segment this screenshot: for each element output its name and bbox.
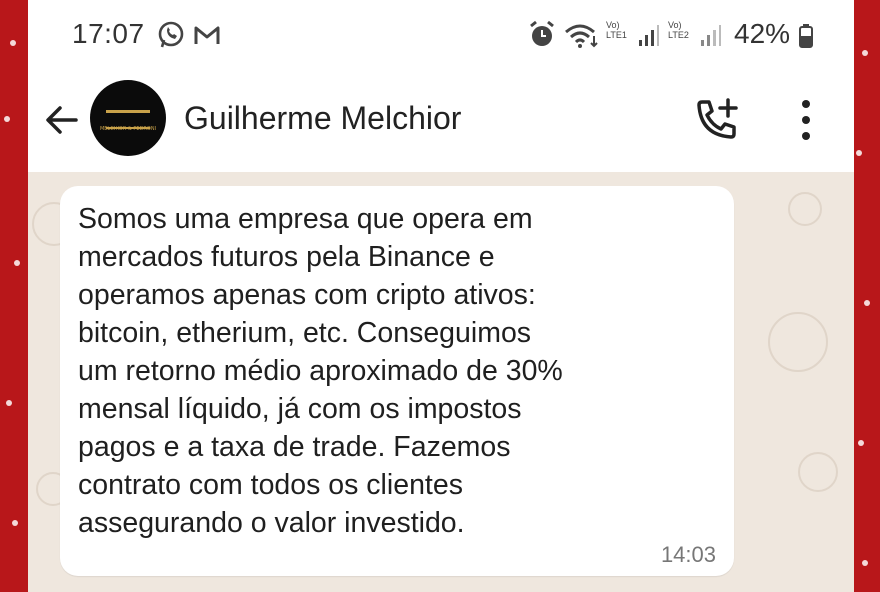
signal-label-1: Vo) LTE1 xyxy=(606,20,627,40)
phone-screen: 17:07 Vo) LTE1 Vo) LTE2 42% MELCHIOR & P… xyxy=(28,0,854,592)
signal-icon xyxy=(701,25,721,46)
status-time: 17:07 xyxy=(72,18,145,49)
signal-icon xyxy=(639,25,659,46)
right-frame xyxy=(850,0,880,592)
message-line: mercados futuros pela Binance e xyxy=(78,241,495,273)
message-line: assegurando o valor investido. xyxy=(78,507,465,539)
message-bubble[interactable]: Somos uma empresa que opera em mercados … xyxy=(60,186,734,576)
avatar-logo-text: MELCHIOR & PEDRONI xyxy=(99,126,157,132)
message-text: Somos uma empresa que opera em mercados … xyxy=(78,200,718,542)
signal-label-2: Vo) LTE2 xyxy=(668,20,689,40)
wifi-icon xyxy=(565,24,598,48)
left-frame xyxy=(0,0,30,592)
message-line: mensal líquido, já com os impostos xyxy=(78,393,522,425)
status-bar: 17:07 Vo) LTE1 Vo) LTE2 42% xyxy=(28,0,854,72)
message-line: operamos apenas com cripto ativos: xyxy=(78,279,536,311)
message-timestamp: 14:03 xyxy=(660,542,716,567)
battery-icon xyxy=(799,24,813,48)
more-vert-icon[interactable] xyxy=(798,98,814,142)
contact-name[interactable]: Guilherme Melchior xyxy=(184,100,461,137)
contact-avatar[interactable]: MELCHIOR & PEDRONI xyxy=(90,80,166,156)
message-line: Somos uma empresa que opera em xyxy=(78,203,533,235)
whatsapp-icon xyxy=(158,21,184,48)
alarm-icon xyxy=(530,20,554,46)
message-line: bitcoin, etherium, etc. Conseguimos xyxy=(78,317,532,349)
add-call-icon[interactable] xyxy=(692,96,740,142)
message-line: um retorno médio aproximado de 30% xyxy=(78,355,563,387)
gmail-icon xyxy=(194,26,220,44)
message-line: pagos e a taxa de trade. Fazemos xyxy=(78,431,511,463)
chat-header: MELCHIOR & PEDRONI Guilherme Melchior xyxy=(28,72,854,172)
battery-percent: 42% xyxy=(734,18,791,49)
back-arrow-icon[interactable] xyxy=(42,100,82,140)
message-line: contrato com todos os clientes xyxy=(78,469,463,501)
